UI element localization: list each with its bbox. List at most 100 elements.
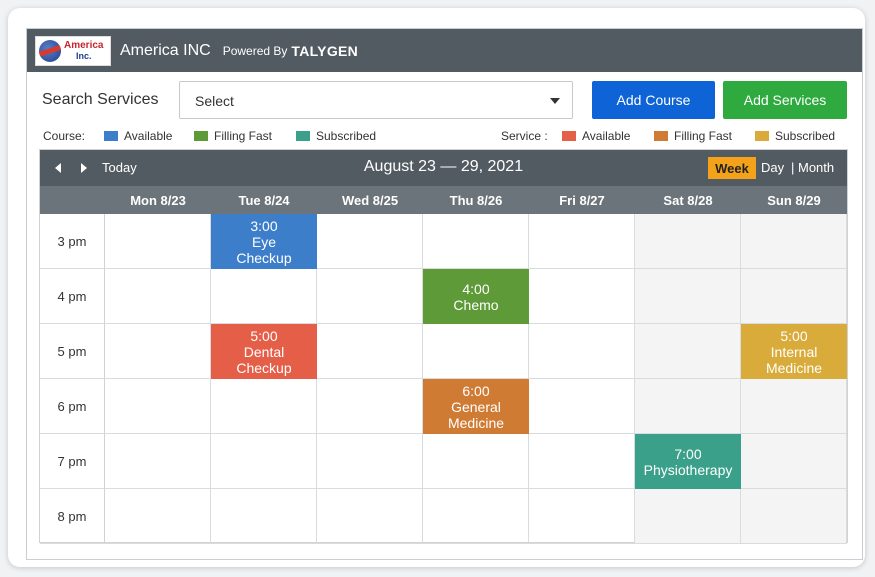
calendar-slot[interactable] xyxy=(423,434,529,489)
calendar-slot[interactable] xyxy=(635,324,741,379)
event-title: Dental Checkup xyxy=(236,343,292,376)
event-time: 5:00 xyxy=(250,327,278,344)
company-logo: America Inc. xyxy=(35,35,111,66)
calendar-event[interactable]: 6:00 General Medicine xyxy=(423,379,529,434)
chevron-down-icon xyxy=(550,98,560,104)
app-frame: America Inc. America INC Powered By TALY… xyxy=(26,28,863,560)
week-calendar: Today August 23 — 29, 2021 Week Day | Mo… xyxy=(39,149,848,544)
calendar-slot[interactable] xyxy=(741,489,847,544)
event-title: Physiotherapy xyxy=(643,461,733,478)
brand-logo: TALYGEN xyxy=(291,42,359,59)
event-time: 3:00 xyxy=(250,217,278,234)
day-header: Thu 8/26 xyxy=(449,192,503,208)
calendar-slot[interactable] xyxy=(741,379,847,434)
calendar-slot[interactable] xyxy=(317,434,423,489)
day-header: Sun 8/29 xyxy=(767,192,821,208)
calendar-slot[interactable] xyxy=(635,379,741,434)
event-title: Internal Medicine xyxy=(765,343,823,376)
time-label: 8 pm xyxy=(40,489,105,544)
legend-item-label: Filling Fast xyxy=(214,129,273,143)
calendar-slot[interactable] xyxy=(317,379,423,434)
legend-swatch xyxy=(194,131,208,141)
time-label: 3 pm xyxy=(40,214,105,269)
event-title: General Medicine xyxy=(447,398,505,431)
calendar-slot[interactable] xyxy=(529,379,635,434)
day-header: Mon 8/23 xyxy=(130,192,186,208)
calendar-slot[interactable] xyxy=(105,379,211,434)
globe-icon xyxy=(39,39,61,62)
time-grid: 3 pm 4 pm 5 pm 6 pm 7 pm 8 pm 3:00 Eye Checkup 4… xyxy=(40,214,847,544)
legend-item-label: Available xyxy=(124,129,173,143)
services-select[interactable]: Select xyxy=(179,81,573,119)
day-header: Fri 8/27 xyxy=(559,192,605,208)
app-name: America INC xyxy=(120,41,211,59)
calendar-slot[interactable] xyxy=(635,489,741,544)
time-label: 6 pm xyxy=(40,379,105,434)
calendar-slot[interactable] xyxy=(423,489,529,544)
calendar-slot[interactable] xyxy=(105,324,211,379)
legend-item-label: Filling Fast xyxy=(674,129,733,143)
course-legend-subscribed: Subscribed xyxy=(296,129,376,143)
event-title: Eye Checkup xyxy=(236,233,292,266)
calendar-slot[interactable] xyxy=(211,434,317,489)
calendar-event[interactable]: 3:00 Eye Checkup xyxy=(211,214,317,269)
add-course-button[interactable]: Add Course xyxy=(592,81,715,119)
view-separator: | xyxy=(791,160,795,175)
powered-by-label: Powered By xyxy=(222,43,288,58)
add-services-button[interactable]: Add Services xyxy=(723,81,847,119)
calendar-slot[interactable] xyxy=(635,214,741,269)
calendar-slot[interactable] xyxy=(741,214,847,269)
calendar-event[interactable]: 5:00 Internal Medicine xyxy=(741,324,847,379)
calendar-event[interactable]: 4:00 Chemo xyxy=(423,269,529,324)
calendar-slot[interactable] xyxy=(423,214,529,269)
day-header-row: Mon 8/23 Tue 8/24 Wed 8/25 Thu 8/26 Fri 8/27… xyxy=(40,186,847,214)
calendar-slot[interactable] xyxy=(211,379,317,434)
calendar-event[interactable]: 5:00 Dental Checkup xyxy=(211,324,317,379)
day-header: Sat 8/28 xyxy=(663,192,713,208)
view-week-button[interactable]: Week xyxy=(708,157,756,179)
calendar-slot[interactable] xyxy=(317,489,423,544)
calendar-slot[interactable] xyxy=(211,269,317,324)
course-legend-filling-fast: Filling Fast xyxy=(194,129,272,143)
view-day-button[interactable]: Day xyxy=(761,160,784,175)
calendar-slot[interactable] xyxy=(529,434,635,489)
calendar-slot[interactable] xyxy=(635,269,741,324)
calendar-slot[interactable] xyxy=(529,269,635,324)
event-time: 5:00 xyxy=(780,327,808,344)
legend-swatch xyxy=(562,131,576,141)
legend-item-label: Available xyxy=(582,129,631,143)
event-time: 7:00 xyxy=(674,445,702,462)
time-label: 7 pm xyxy=(40,434,105,489)
calendar-event[interactable]: 7:00 Physiotherapy xyxy=(635,434,741,489)
legend-item-label: Subscribed xyxy=(775,129,836,143)
services-select-value: Select xyxy=(195,93,234,109)
calendar-slot[interactable] xyxy=(423,324,529,379)
event-title: Chemo xyxy=(453,296,499,313)
calendar-slot[interactable] xyxy=(741,434,847,489)
app-card: America Inc. America INC Powered By TALY… xyxy=(8,8,865,567)
logo-text: America Inc. xyxy=(64,39,104,61)
service-legend-subscribed: Subscribed xyxy=(755,129,835,143)
calendar-slot[interactable] xyxy=(529,489,635,544)
legend-swatch xyxy=(104,131,118,141)
time-label: 4 pm xyxy=(40,269,105,324)
calendar-slot[interactable] xyxy=(105,269,211,324)
service-legend-label: Service : xyxy=(501,129,548,143)
view-month-button[interactable]: Month xyxy=(798,160,834,175)
calendar-slot[interactable] xyxy=(317,324,423,379)
calendar-slot[interactable] xyxy=(211,489,317,544)
calendar-slot[interactable] xyxy=(105,214,211,269)
day-header: Wed 8/25 xyxy=(341,192,399,208)
calendar-slot[interactable] xyxy=(741,269,847,324)
calendar-slot[interactable] xyxy=(529,214,635,269)
course-legend-label: Course: xyxy=(43,129,86,143)
service-legend-filling-fast: Filling Fast xyxy=(654,129,732,143)
event-time: 6:00 xyxy=(462,382,490,399)
calendar-slot[interactable] xyxy=(105,434,211,489)
calendar-slot[interactable] xyxy=(317,214,423,269)
calendar-slot[interactable] xyxy=(105,489,211,544)
logo-text-top: America xyxy=(64,39,104,51)
calendar-slot[interactable] xyxy=(317,269,423,324)
calendar-slot[interactable] xyxy=(529,324,635,379)
service-legend-available: Available xyxy=(562,129,630,143)
